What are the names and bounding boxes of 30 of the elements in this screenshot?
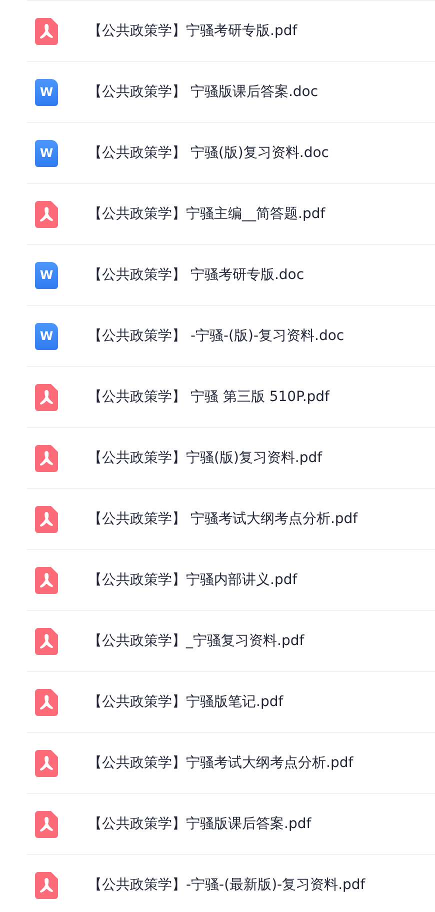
pdf-file-icon: [35, 506, 58, 532]
file-name[interactable]: 【公共政策学】宁骚内部讲义.pdf: [88, 570, 298, 590]
word-file-icon: W: [35, 78, 58, 106]
file-name[interactable]: 【公共政策学】 宁骚版课后答案.doc: [88, 82, 318, 102]
word-file-icon: W: [35, 262, 58, 288]
file-name[interactable]: 【公共政策学】宁骚版课后答案.pdf: [88, 814, 312, 834]
file-name[interactable]: 【公共政策学】宁骚版笔记.pdf: [88, 692, 284, 712]
pdf-file-icon: [35, 750, 58, 776]
file-name[interactable]: 【公共政策学】宁骚主编__简答题.pdf: [88, 204, 326, 224]
pdf-file-icon: [35, 566, 58, 594]
file-name[interactable]: 【公共政策学】 宁骚考试大纲考点分析.pdf: [88, 508, 358, 530]
file-name[interactable]: 【公共政策学】_宁骚复习资料.pdf: [88, 630, 304, 652]
file-name[interactable]: 【公共政策学】 宁骚考研专版.doc: [88, 264, 304, 286]
pdf-file-icon: [35, 810, 58, 838]
file-name[interactable]: 【公共政策学】宁骚考试大纲考点分析.pdf: [88, 752, 354, 774]
file-name[interactable]: 【公共政策学】 宁骚 第三版 510P.pdf: [88, 386, 330, 408]
word-file-icon: W: [35, 140, 58, 166]
file-name[interactable]: 【公共政策学】-宁骚-(最新版)-复习资料.pdf: [88, 874, 366, 896]
pdf-file-icon: [35, 200, 58, 228]
pdf-file-icon: [35, 18, 58, 44]
pdf-file-icon: [35, 688, 58, 716]
word-file-icon: W: [35, 322, 58, 350]
pdf-file-icon: [35, 872, 58, 898]
pdf-file-icon: [35, 444, 58, 472]
file-name[interactable]: 【公共政策学】宁骚(版)复习资料.pdf: [88, 448, 322, 468]
pdf-file-icon: [35, 384, 58, 410]
pdf-file-icon: [35, 628, 58, 654]
file-name[interactable]: 【公共政策学】宁骚考研专版.pdf: [88, 20, 298, 42]
file-name[interactable]: 【公共政策学】 宁骚(版)复习资料.doc: [88, 142, 329, 164]
file-name[interactable]: 【公共政策学】 -宁骚-(版)-复习资料.doc: [88, 326, 344, 346]
